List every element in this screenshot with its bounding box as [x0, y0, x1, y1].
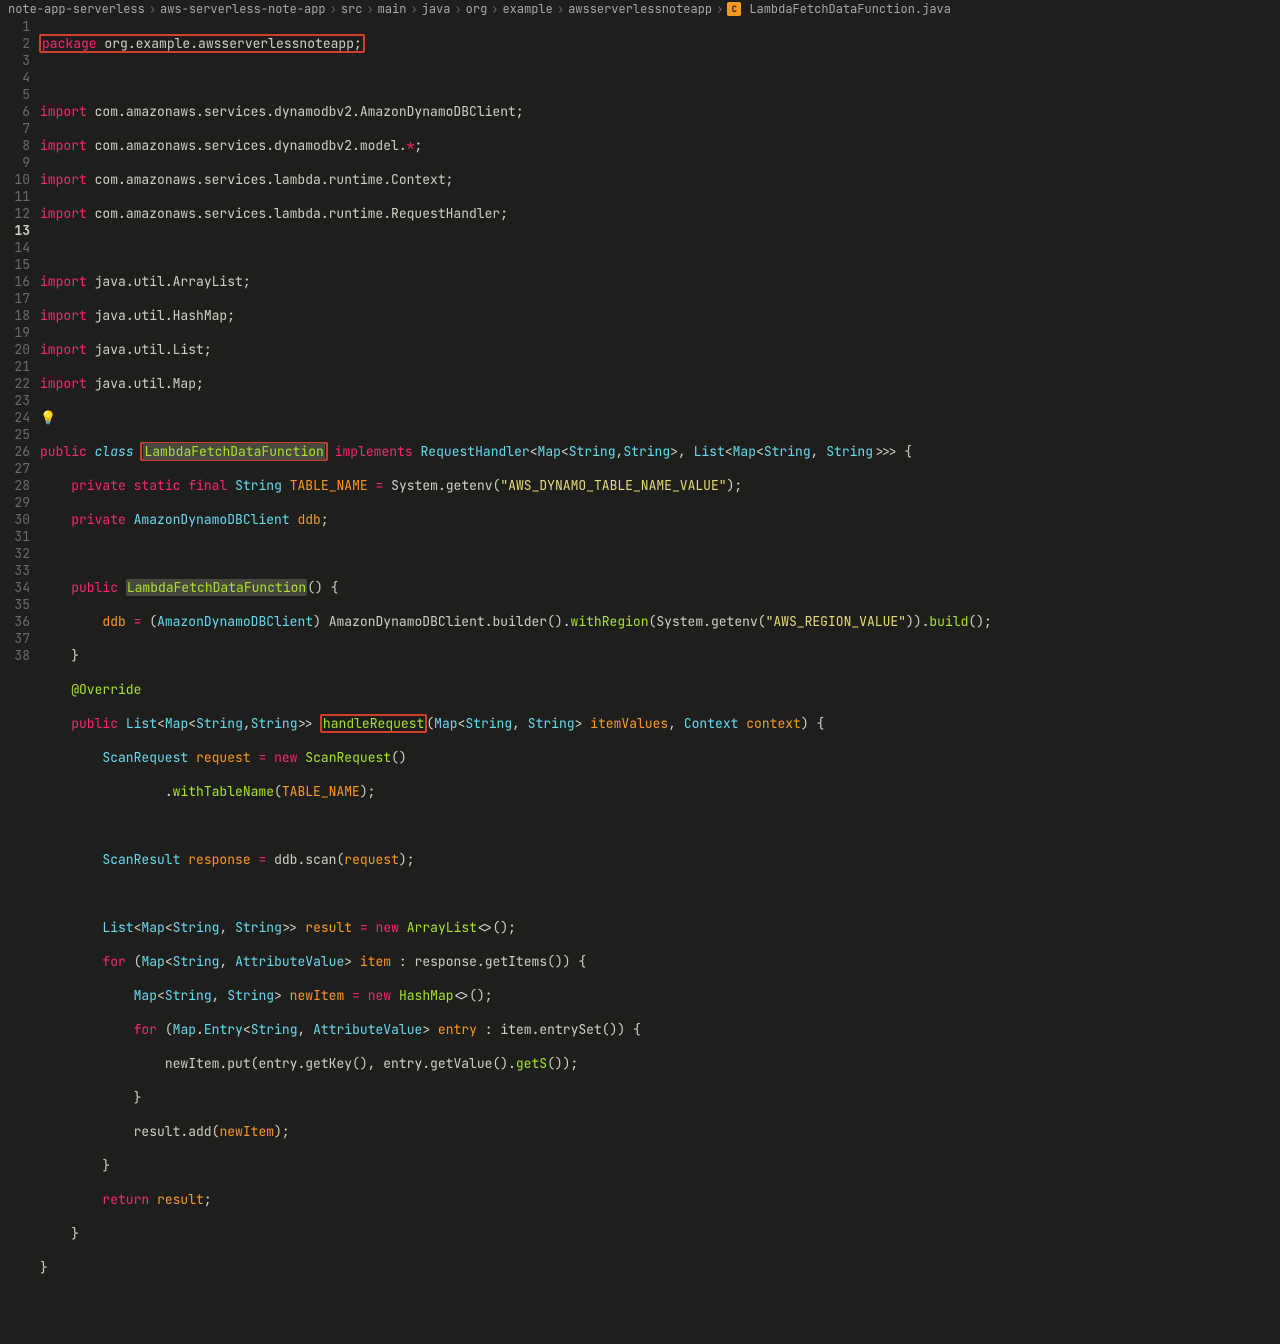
kw-package: package — [42, 35, 97, 52]
chevron-icon: › — [491, 1, 498, 17]
crumb-2[interactable]: src — [341, 1, 363, 17]
class-name: LambdaFetchDataFunction — [143, 443, 324, 460]
crumb-4[interactable]: java — [422, 1, 451, 17]
method-handlerequest: handleRequest — [323, 715, 424, 732]
chevron-icon: › — [149, 1, 156, 17]
java-file-icon: C — [727, 2, 741, 16]
crumb-1[interactable]: aws-serverless-note-app — [160, 1, 326, 17]
package-name: org.example.awsserverlessnoteapp — [104, 35, 354, 52]
kw-import: import — [40, 103, 87, 120]
chevron-icon: › — [366, 1, 373, 17]
chevron-icon: › — [454, 1, 461, 17]
code-editor[interactable]: 1234567891011121314151617181920212223242… — [0, 18, 1280, 746]
line-number-gutter: 1234567891011121314151617181920212223242… — [0, 18, 40, 746]
crumb-7[interactable]: awsserverlessnoteapp — [568, 1, 712, 17]
crumb-3[interactable]: main — [378, 1, 407, 17]
annotation-override: @Override — [71, 681, 141, 698]
chevron-icon: › — [557, 1, 564, 17]
crumb-0[interactable]: note-app-serverless — [8, 1, 145, 17]
import-line: com.amazonaws.services.dynamodbv2.Amazon… — [95, 103, 516, 120]
chevron-icon: › — [330, 1, 337, 17]
chevron-icon: › — [716, 1, 723, 17]
crumb-6[interactable]: example — [502, 1, 552, 17]
crumb-file[interactable]: LambdaFetchDataFunction.java — [749, 1, 951, 17]
crumb-5[interactable]: org — [466, 1, 488, 17]
code-area[interactable]: package org.example.awsserverlessnoteapp… — [40, 18, 1280, 746]
breadcrumb[interactable]: note-app-serverless› aws-serverless-note… — [0, 0, 1280, 18]
chevron-icon: › — [410, 1, 417, 17]
lightbulb-icon[interactable]: 💡 — [40, 409, 56, 426]
